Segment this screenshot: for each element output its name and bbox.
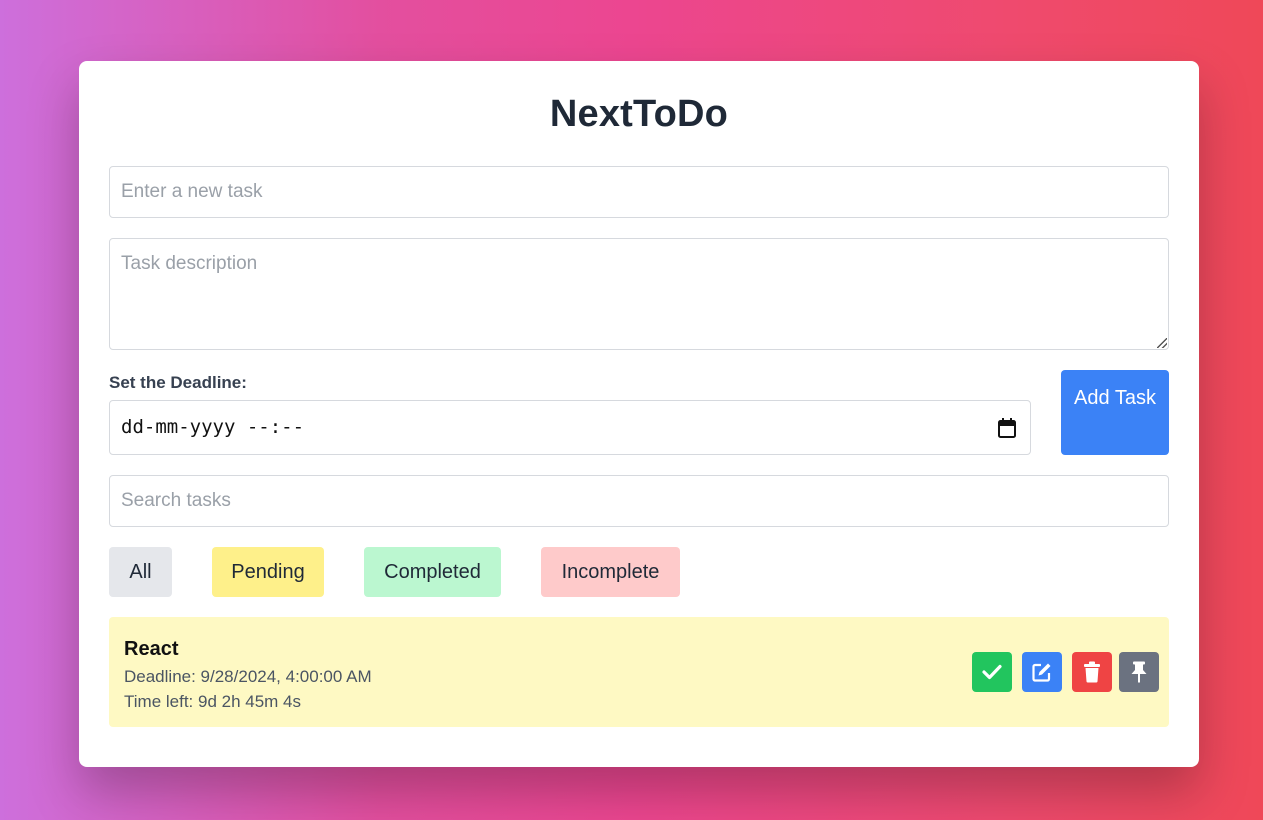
filter-completed-button[interactable]: Completed [364, 547, 501, 597]
task-description-input[interactable] [109, 238, 1169, 350]
filter-all-button[interactable]: All [109, 547, 172, 597]
todo-card: NextToDo Set the Deadline: dd-mm-yyyy --… [79, 61, 1199, 767]
task-time-left: Time left: 9d 2h 45m 4s [124, 692, 302, 711]
edit-task-button[interactable] [1022, 652, 1062, 692]
task-title: React [124, 638, 179, 660]
deadline-label: Set the Deadline: [109, 373, 247, 392]
task-item: React Deadline: 9/28/2024, 4:00:00 AM Ti… [109, 617, 1169, 727]
pin-icon [1131, 661, 1147, 683]
task-title-input[interactable] [109, 166, 1169, 218]
calendar-icon[interactable] [998, 418, 1016, 438]
deadline-value: dd-mm-yyyy --:-- [121, 416, 305, 438]
filter-pending-button[interactable]: Pending [212, 547, 324, 597]
trash-icon [1084, 661, 1100, 683]
delete-task-button[interactable] [1072, 652, 1112, 692]
deadline-input[interactable]: dd-mm-yyyy --:-- [109, 400, 1031, 455]
app-title: NextToDo [549, 93, 729, 135]
add-task-button[interactable]: Add Task [1061, 370, 1169, 455]
complete-task-button[interactable] [972, 652, 1012, 692]
check-icon [982, 664, 1002, 680]
search-input[interactable] [109, 475, 1169, 527]
textarea-resize-handle[interactable] [1157, 338, 1167, 348]
edit-icon [1032, 663, 1051, 682]
pin-task-button[interactable] [1119, 652, 1159, 692]
task-deadline: Deadline: 9/28/2024, 4:00:00 AM [124, 667, 372, 686]
filter-incomplete-button[interactable]: Incomplete [541, 547, 680, 597]
